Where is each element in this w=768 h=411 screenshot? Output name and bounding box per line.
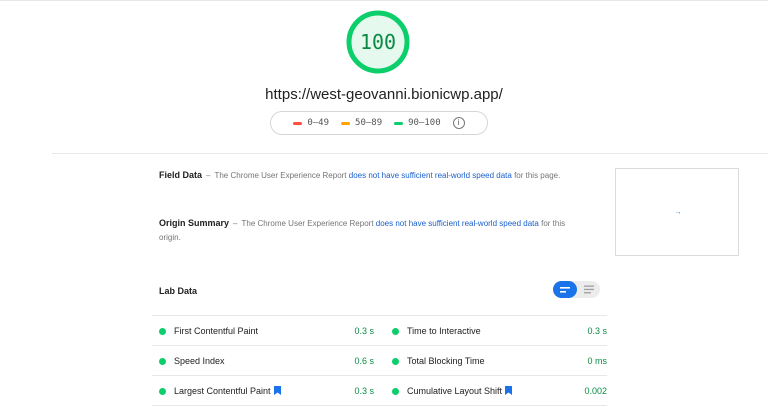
legend-item-fail: 0–49 [293,118,329,128]
metric-label-text: Largest Contentful Paint [174,386,271,396]
pass-dot-icon [159,387,166,395]
metrics-view-toggle[interactable] [553,281,600,298]
field-data-link[interactable]: does not have sufficient real-world spee… [349,171,512,180]
lab-data-title: Lab Data [159,286,198,296]
metrics-row: Largest Contentful Paint 0.3 s Cumulativ… [152,375,607,405]
pass-dot-icon [392,387,399,395]
legend-fail-range: 0–49 [307,118,330,128]
metric-label: Cumulative Layout Shift [407,386,584,396]
metric-value: 0.3 s [587,326,607,336]
legend-fail-swatch [293,121,303,125]
metric-value: 0.6 s [354,356,374,366]
text-view-button[interactable] [577,281,600,298]
field-data-title: Field Data [159,170,203,180]
arrow-icon: → [674,209,682,216]
score-legend: 0–49 50–89 90–100 i [270,111,488,135]
metric-label: First Contentful Paint [174,326,259,336]
legend-average-range: 50–89 [355,118,383,128]
section-divider [52,153,768,154]
metric-label: Speed Index [174,356,225,366]
metric-speed-index: Speed Index 0.6 s [152,346,374,376]
bookmark-icon [505,386,513,395]
metric-label: Largest Contentful Paint [174,386,354,396]
info-icon[interactable]: i [452,117,465,129]
metric-total-blocking-time: Total Blocking Time 0 ms [385,346,607,376]
screenshot-thumbnail: → [615,168,739,256]
list-view-icon [560,286,570,293]
pass-dot-icon [392,357,399,365]
text-view-icon [583,285,594,294]
field-data-text: The Chrome User Experience Report [214,171,347,180]
bookmark-icon [273,386,281,395]
metric-largest-contentful-paint: Largest Contentful Paint 0.3 s [152,376,374,406]
tested-url: https://west-geovanni.bionicwp.app/ [265,86,503,103]
top-divider [0,0,768,1]
legend-pass-range: 90–100 [408,118,441,128]
origin-summary-title: Origin Summary [159,218,230,228]
pass-dot-icon [159,357,166,365]
metric-label: Time to Interactive [407,326,481,336]
metrics-row: First Contentful Paint 0.3 s Time to Int… [152,315,607,345]
metric-cumulative-layout-shift: Cumulative Layout Shift 0.002 [385,376,607,406]
legend-pass-swatch [394,121,404,125]
legend-average-swatch [341,121,351,125]
field-data-text-after: for this page. [514,171,561,180]
origin-summary-section: Origin Summary – The Chrome User Experienc… [159,216,579,245]
pass-dot-icon [159,327,166,335]
metric-first-contentful-paint: First Contentful Paint 0.3 s [152,316,374,346]
performance-score-gauge: 100 [346,10,410,74]
metrics-row: Speed Index 0.6 s Total Blocking Time 0 … [152,345,607,375]
metrics-bottom-rule [152,405,607,406]
performance-score-value: 100 [359,30,397,54]
origin-summary-dash: – [233,219,238,228]
pass-dot-icon [392,327,399,335]
list-view-button[interactable] [553,281,577,298]
origin-summary-link[interactable]: does not have sufficient real-world spee… [376,219,539,228]
metric-value: 0.3 s [354,386,374,396]
metric-value: 0 ms [587,356,607,366]
field-data-dash: – [206,171,211,180]
field-data-section: Field Data – The Chrome User Experience Re… [159,168,579,183]
metric-label-text: Cumulative Layout Shift [407,386,503,396]
metric-time-to-interactive: Time to Interactive 0.3 s [385,316,607,346]
legend-item-average: 50–89 [341,118,382,128]
metric-value: 0.002 [584,386,607,396]
origin-summary-text: The Chrome User Experience Report [241,219,374,228]
legend-item-pass: 90–100 [394,118,441,128]
metric-label: Total Blocking Time [407,356,485,366]
metric-value: 0.3 s [354,326,374,336]
